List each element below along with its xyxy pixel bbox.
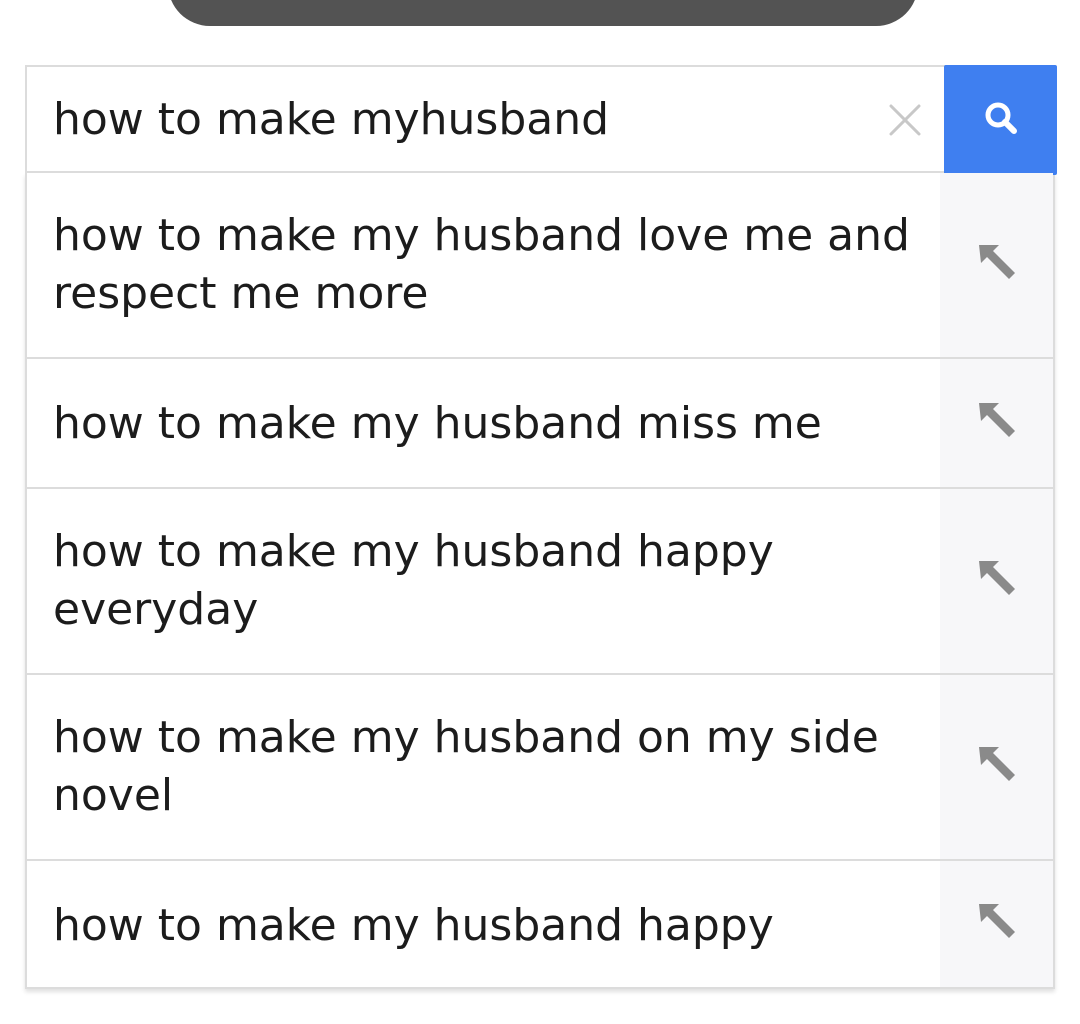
fill-arrow-icon — [973, 239, 1021, 291]
search-button[interactable] — [944, 65, 1057, 175]
suggestion-item[interactable]: how to make my husband happy — [27, 859, 1053, 987]
search-widget: how to make my husband love me and respe… — [25, 65, 1057, 989]
fill-arrow-icon — [973, 555, 1021, 607]
fill-arrow-icon — [973, 898, 1021, 950]
top-pill-bar — [168, 0, 918, 26]
suggestion-item[interactable]: how to make my husband miss me — [27, 357, 1053, 487]
suggestion-item[interactable]: how to make my husband happy everyday — [27, 487, 1053, 673]
suggestion-item[interactable]: how to make my husband love me and respe… — [27, 173, 1053, 357]
suggestion-text: how to make my husband love me and respe… — [53, 210, 910, 319]
fill-suggestion-button[interactable] — [940, 675, 1053, 859]
suggestion-list: how to make my husband love me and respe… — [25, 173, 1055, 989]
fill-arrow-icon — [973, 741, 1021, 793]
suggestion-text: how to make my husband on my side novel — [53, 712, 879, 821]
fill-arrow-icon — [973, 397, 1021, 449]
search-input[interactable] — [53, 89, 873, 149]
suggestion-text: how to make my husband miss me — [53, 398, 822, 449]
suggestion-item[interactable]: how to make my husband on my side novel — [27, 673, 1053, 859]
fill-suggestion-button[interactable] — [940, 359, 1053, 487]
suggestion-text: how to make my husband happy — [53, 900, 774, 951]
suggestion-text: how to make my husband happy everyday — [53, 526, 774, 635]
close-icon[interactable] — [885, 97, 925, 143]
search-icon — [979, 96, 1023, 144]
fill-suggestion-button[interactable] — [940, 173, 1053, 357]
search-box — [25, 65, 1057, 175]
fill-suggestion-button[interactable] — [940, 489, 1053, 673]
fill-suggestion-button[interactable] — [940, 861, 1053, 987]
